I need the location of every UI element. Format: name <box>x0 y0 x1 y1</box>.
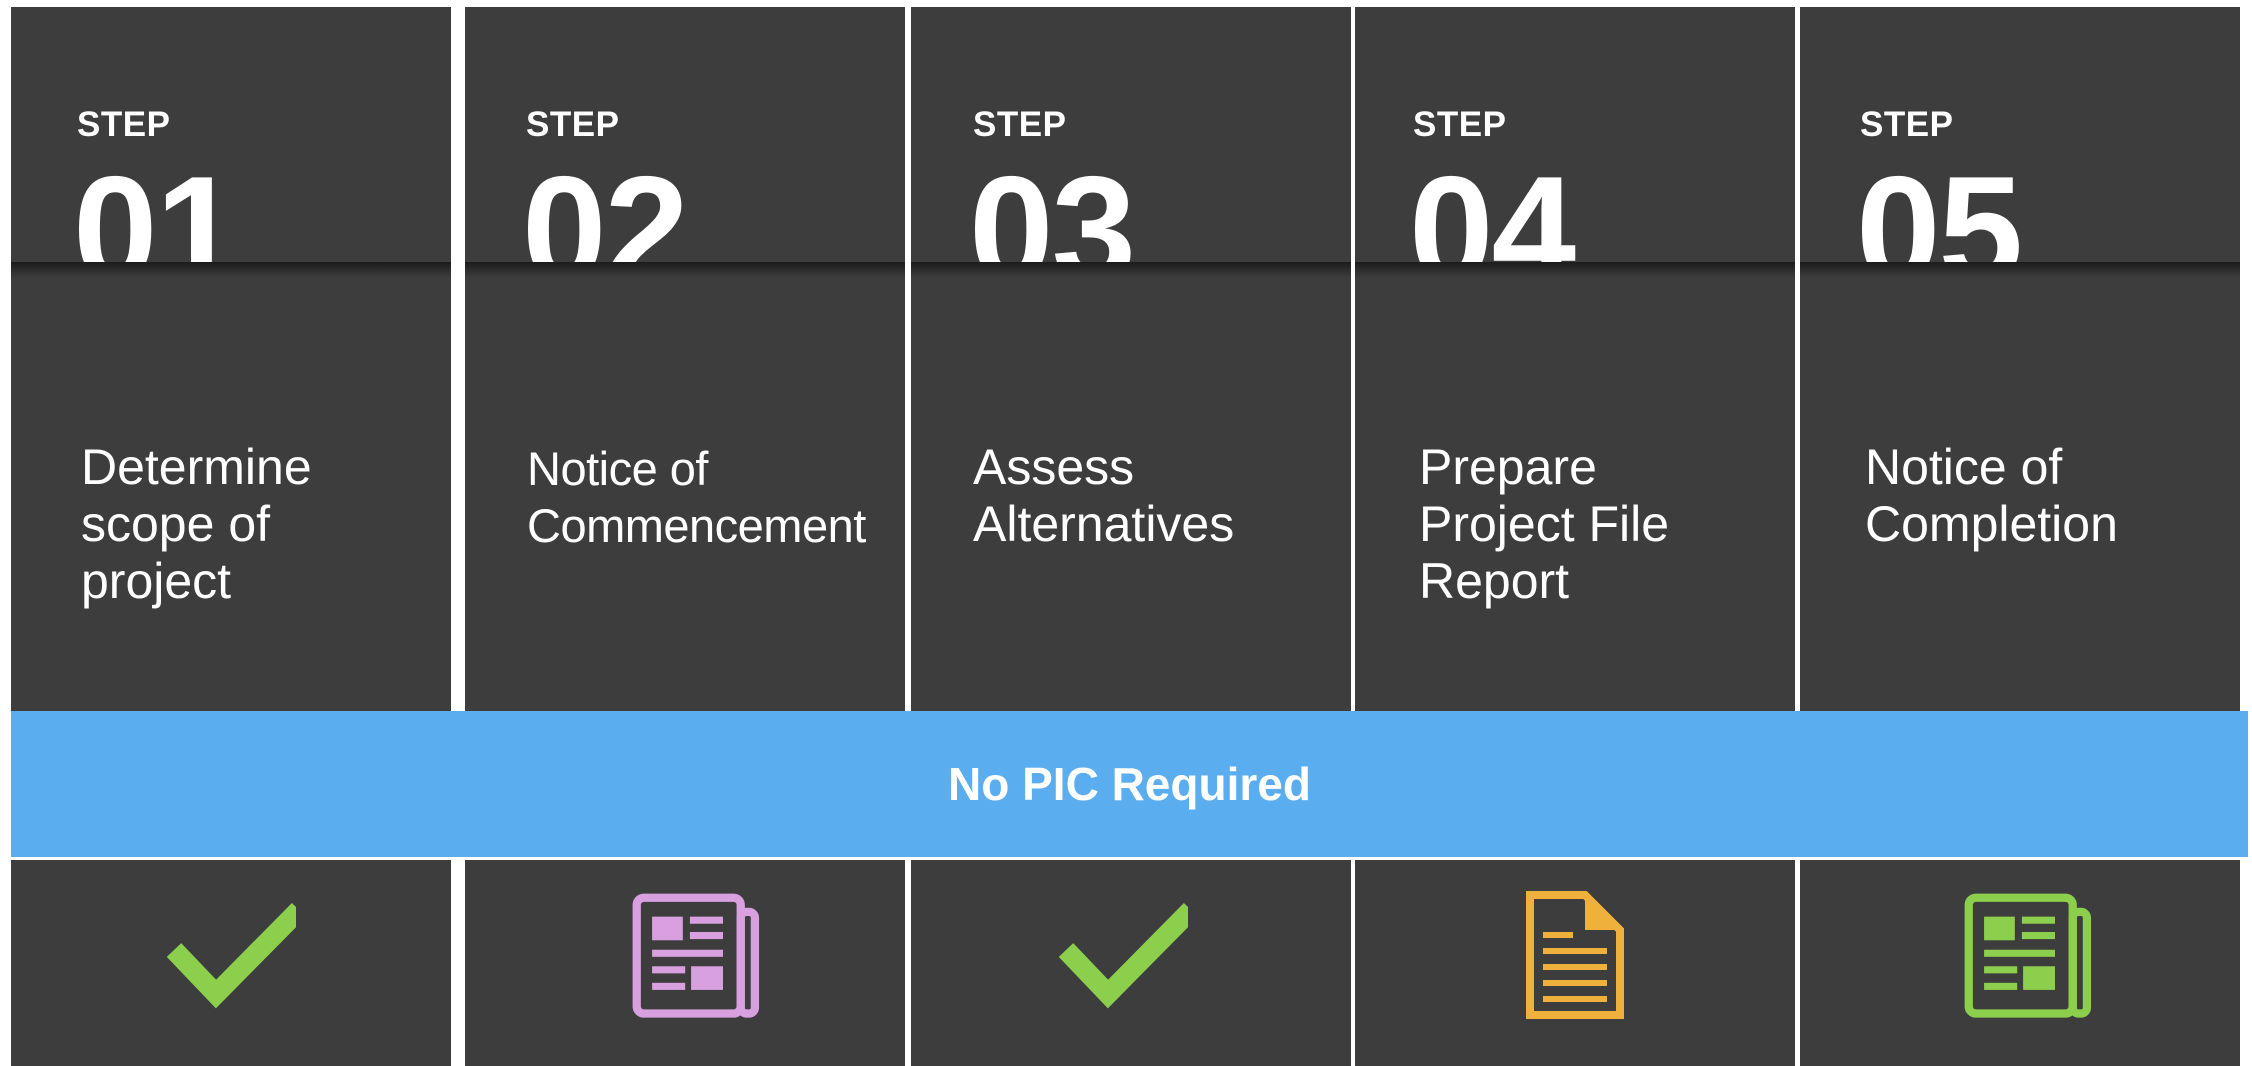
step-number: 01 <box>77 152 240 262</box>
checkmark-icon <box>1058 893 1188 1023</box>
step-title: Assess Alternatives <box>973 439 1333 553</box>
step-title-line: Report <box>1419 553 1570 609</box>
step-title-line: Notice of <box>1865 439 2063 495</box>
step-number-clip: 01 <box>77 152 407 262</box>
step-number: 03 <box>973 152 1136 262</box>
step-label: STEP <box>526 105 620 144</box>
banner-text: No PIC Required <box>948 758 1311 810</box>
step-label: STEP <box>973 105 1067 144</box>
panel-shadow <box>1800 262 2240 278</box>
panel-shadow <box>11 262 451 278</box>
step-title: Determine scope of project <box>81 439 441 610</box>
step-title-line: Prepare <box>1419 439 1597 495</box>
step-title: Notice of Commencement <box>527 440 887 554</box>
step-title: Prepare Project File Report <box>1419 439 1779 610</box>
step-title-line: Commencement <box>527 499 866 552</box>
step-title-line: Completion <box>1865 496 2118 552</box>
step-title-line: Assess <box>973 439 1135 495</box>
no-pic-required-banner: No PIC Required <box>11 711 2248 857</box>
step-number: 04 <box>1413 152 1576 262</box>
step-label: STEP <box>1413 105 1507 144</box>
newspaper-icon <box>1964 893 2094 1023</box>
step-number-clip: 02 <box>526 152 856 262</box>
step-title-line: Alternatives <box>973 496 1235 552</box>
panel-shadow <box>911 262 1351 278</box>
step-title-line: scope of <box>81 496 271 552</box>
step-number: 02 <box>526 152 689 262</box>
step-title-line: Notice of <box>527 442 708 495</box>
newspaper-icon <box>632 893 762 1023</box>
checkmark-icon <box>166 893 296 1023</box>
process-steps-slide: STEP 01 Determine scope of project STEP … <box>0 0 2252 1066</box>
panel-shadow <box>1355 262 1795 278</box>
step-title: Notice of Completion <box>1865 439 2225 553</box>
step-title-line: Determine <box>81 439 312 495</box>
step-number: 05 <box>1860 152 2023 262</box>
step-title-line: project <box>81 553 232 609</box>
step-number-clip: 03 <box>973 152 1303 262</box>
step-number-clip: 04 <box>1413 152 1743 262</box>
banner-divider <box>11 857 2248 860</box>
step-label: STEP <box>1860 105 1954 144</box>
panel-shadow <box>465 262 905 278</box>
document-icon <box>1525 890 1625 1020</box>
step-number-clip: 05 <box>1860 152 2190 262</box>
step-label: STEP <box>77 105 171 144</box>
step-title-line: Project File <box>1419 496 1670 552</box>
